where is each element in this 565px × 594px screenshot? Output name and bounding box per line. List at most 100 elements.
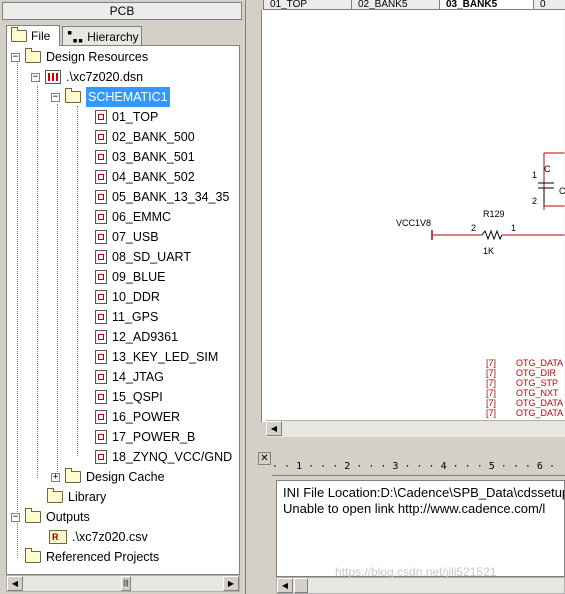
signal-row: [7] OTG_NXT xyxy=(486,388,559,398)
signal-ref: [7] xyxy=(486,378,497,388)
signal-ref: [7] xyxy=(486,368,497,378)
tree-item-page[interactable]: 01_TOP xyxy=(95,107,158,127)
expand-icon[interactable]: + xyxy=(51,472,60,482)
doc-tab[interactable]: 01_TOP xyxy=(263,0,361,10)
folder-icon xyxy=(25,548,41,563)
schematic-page-icon xyxy=(95,210,107,224)
tree-line xyxy=(37,86,38,478)
tree-item-page[interactable]: 09_BLUE xyxy=(95,267,166,287)
tree-label: 18_ZYNQ_VCC/GND xyxy=(112,450,233,464)
project-tree[interactable]: − Design Resources − .\xc7z020.dsn − SCH… xyxy=(6,45,240,575)
tree-item-library[interactable]: Library xyxy=(47,487,106,507)
scroll-left-icon[interactable]: ◀ xyxy=(266,421,282,436)
scroll-left-icon[interactable]: ◀ xyxy=(277,578,293,593)
signal-ref: [7] xyxy=(486,388,497,398)
schematic-canvas[interactable]: C 1 2 C VCC1V8 R129 2 1 1K [7] OTG_DATA [7… xyxy=(261,10,565,422)
doc-tab[interactable]: 0 xyxy=(533,0,565,10)
tree-item-page[interactable]: 15_QSPI xyxy=(95,387,163,407)
cap-pin: 2 xyxy=(532,196,538,206)
scroll-left-icon[interactable]: ◀ xyxy=(7,576,23,591)
tree-label: Design Resources xyxy=(46,50,149,64)
tree-item-referenced-projects[interactable]: Referenced Projects xyxy=(25,547,159,567)
resistor-pin: 1 xyxy=(511,223,517,233)
scroll-thumb[interactable] xyxy=(294,578,308,593)
tree-label: 07_USB xyxy=(112,230,159,244)
scroll-track[interactable] xyxy=(286,421,546,436)
session-log[interactable]: INI File Location:D:\Cadence\SPB_Data\cd… xyxy=(276,480,565,577)
tab-hierarchy[interactable]: ▪ ▪▪ Hierarchy xyxy=(62,26,142,46)
resistor-ref: R129 xyxy=(483,209,505,219)
log-line: INI File Location:D:\Cadence\SPB_Data\cd… xyxy=(283,485,565,500)
folder-open-icon xyxy=(25,508,41,523)
doc-tab[interactable]: 02_BANK5 xyxy=(351,0,449,10)
wire xyxy=(543,152,565,210)
tree-label: 06_EMMC xyxy=(112,210,172,224)
tree-item-page[interactable]: 12_AD9361 xyxy=(95,327,178,347)
tree-item-page[interactable]: 17_POWER_B xyxy=(95,427,195,447)
collapse-icon[interactable]: − xyxy=(11,512,20,522)
tree-label: 03_BANK_501 xyxy=(112,150,195,164)
tree-item-outputs[interactable]: − Outputs xyxy=(11,507,90,527)
tree-label: 10_DDR xyxy=(112,290,160,304)
tree-item-dsn-file[interactable]: − .\xc7z020.dsn xyxy=(31,67,143,87)
tree-item-page[interactable]: 04_BANK_502 xyxy=(95,167,195,187)
tree-item-page[interactable]: 08_SD_UART xyxy=(95,247,191,267)
collapse-icon[interactable]: − xyxy=(51,92,60,102)
report-file-icon: R xyxy=(49,530,67,544)
doc-tab-active[interactable]: 03_BANK5 xyxy=(439,0,543,10)
tree-line xyxy=(77,106,78,456)
scroll-right-icon[interactable]: ▶ xyxy=(223,576,239,591)
schematic-page-icon xyxy=(95,350,107,364)
signal-name: OTG_STP xyxy=(516,378,559,388)
log-horizontal-scrollbar[interactable]: ◀ xyxy=(276,577,565,594)
document-tabs: 01_TOP 02_BANK5 03_BANK5 0 xyxy=(247,0,565,10)
resistor-symbol xyxy=(481,229,503,241)
schematic-left-gutter xyxy=(247,10,261,422)
schematic-horizontal-scrollbar[interactable]: ◀ xyxy=(266,420,565,437)
design-file-icon xyxy=(45,70,61,84)
signal-name: OTG_NXT xyxy=(516,388,559,398)
folder-icon xyxy=(47,488,63,503)
signal-ref: [7] xyxy=(486,358,497,368)
tree-item-csv-file[interactable]: R .\xc7z020.csv xyxy=(49,527,148,547)
collapse-icon[interactable]: − xyxy=(11,52,20,62)
folder-icon xyxy=(11,27,27,42)
tree-item-page[interactable]: 06_EMMC xyxy=(95,207,171,227)
tree-item-schematic[interactable]: − SCHEMATIC1 xyxy=(51,87,170,107)
tree-item-design-cache[interactable]: + Design Cache xyxy=(51,467,165,487)
schematic-page-icon xyxy=(95,290,107,304)
tree-label: 13_KEY_LED_SIM xyxy=(112,350,219,364)
tree-item-page[interactable]: 16_POWER xyxy=(95,407,180,427)
schematic-page-icon xyxy=(95,250,107,264)
tree-item-page[interactable]: 18_ZYNQ_VCC/GND xyxy=(95,447,232,467)
signal-name: OTG_DATA xyxy=(516,358,564,368)
signal-ref: [7] xyxy=(486,398,497,408)
signal-row: [7] OTG_STP xyxy=(486,378,558,388)
close-icon[interactable]: ✕ xyxy=(258,452,271,465)
tree-line xyxy=(17,58,18,558)
tree-label: .\xc7z020.dsn xyxy=(66,70,144,84)
signal-row: [7] OTG_DATA xyxy=(486,408,563,418)
tree-horizontal-scrollbar[interactable]: ◀ ||| ▶ xyxy=(6,575,240,592)
schematic-page-icon xyxy=(95,390,107,404)
tree-item-page[interactable]: 07_USB xyxy=(95,227,159,247)
resistor-pin: 2 xyxy=(471,223,477,233)
tree-label: 05_BANK_13_34_35 xyxy=(112,190,230,204)
tree-item-page[interactable]: 11_GPS xyxy=(95,307,158,327)
scroll-thumb[interactable]: ||| xyxy=(121,576,131,591)
tree-item-page[interactable]: 03_BANK_501 xyxy=(95,147,195,167)
tab-file[interactable]: File xyxy=(6,25,60,46)
tree-item-page[interactable]: 14_JTAG xyxy=(95,367,164,387)
tree-item-page[interactable]: 02_BANK_500 xyxy=(95,127,195,147)
tree-item-page[interactable]: 05_BANK_13_34_35 xyxy=(95,187,229,207)
folder-icon xyxy=(65,468,81,483)
project-manager-panel: PCB File ▪ ▪▪ Hierarchy − Design Resourc… xyxy=(0,0,246,594)
tree-item-design-resources[interactable]: − Design Resources xyxy=(11,47,148,67)
collapse-icon[interactable]: − xyxy=(31,72,40,82)
tree-item-page[interactable]: 13_KEY_LED_SIM xyxy=(95,347,218,367)
schematic-page-icon xyxy=(95,110,107,124)
signal-row: [7] OTG_DATA xyxy=(486,358,563,368)
tree-item-page[interactable]: 10_DDR xyxy=(95,287,160,307)
window-splitter[interactable] xyxy=(247,437,565,451)
tab-file-label: File xyxy=(31,29,51,43)
